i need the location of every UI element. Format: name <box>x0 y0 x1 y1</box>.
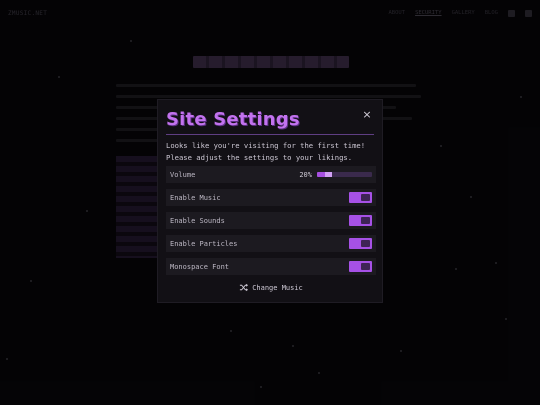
monospace-font-toggle[interactable] <box>349 261 372 272</box>
change-music-label: Change Music <box>252 283 303 292</box>
toggle-row-music: Enable Music <box>166 189 376 206</box>
toggle-label-music: Enable Music <box>170 193 221 202</box>
toggle-label-sounds: Enable Sounds <box>170 216 225 225</box>
volume-row: Volume 20% <box>166 166 376 183</box>
toggle-knob <box>361 217 370 224</box>
toggle-knob <box>361 263 370 270</box>
page: ZMUSIC.NET ABOUT SECURITY GALLERY BLOG S… <box>0 0 540 405</box>
volume-label: Volume <box>170 170 196 179</box>
toggle-knob <box>361 194 370 201</box>
dialog-description: Looks like you're visiting for the first… <box>166 140 378 164</box>
toggle-row-particles: Enable Particles <box>166 235 376 252</box>
music-toggle[interactable] <box>349 192 372 203</box>
change-music-button[interactable]: Change Music <box>166 279 376 296</box>
site-settings-dialog: Site Settings × Looks like you're visiti… <box>157 99 383 303</box>
dialog-title: Site Settings <box>166 109 300 130</box>
toggle-row-monospace: Monospace Font <box>166 258 376 275</box>
particles-toggle[interactable] <box>349 238 372 249</box>
toggle-label-particles: Enable Particles <box>170 239 238 248</box>
toggle-row-sounds: Enable Sounds <box>166 212 376 229</box>
sounds-toggle[interactable] <box>349 215 372 226</box>
description-line-1: Looks like you're visiting for the first… <box>166 141 366 150</box>
volume-value: 20% <box>299 170 312 179</box>
toggle-label-monospace: Monospace Font <box>170 262 230 271</box>
volume-slider[interactable] <box>317 172 372 177</box>
volume-slider-handle[interactable] <box>325 172 332 177</box>
shuffle-icon <box>240 283 249 292</box>
dialog-header: Site Settings × <box>166 108 374 135</box>
close-icon[interactable]: × <box>360 108 374 122</box>
toggle-knob <box>361 240 370 247</box>
description-line-2: Please adjust the settings to your likin… <box>166 153 353 162</box>
